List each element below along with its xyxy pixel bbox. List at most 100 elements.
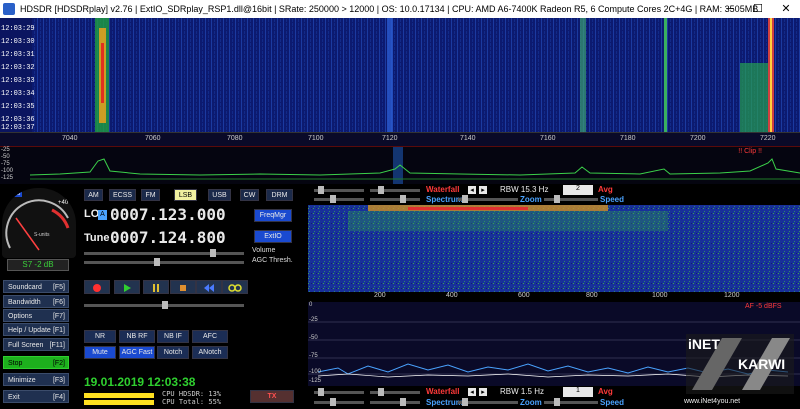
anotch-button[interactable]: ANotch [192,346,228,359]
rbw2-right-arrow[interactable]: ▸ [479,388,487,396]
af-spectrum-slider[interactable] [314,195,364,203]
freqmgr-button[interactable]: FreqMgr [254,209,292,222]
slider-knob[interactable] [462,398,468,406]
slider-knob[interactable] [554,195,560,203]
playback-position-slider[interactable] [84,301,244,309]
mode-cw-button[interactable]: CW [240,189,259,201]
stop-icon [180,285,186,291]
options-button[interactable]: Options [F7] [3,309,69,322]
speed-slider-2[interactable] [544,398,598,406]
speed-slider[interactable] [544,195,598,203]
button-label: Options [8,313,33,320]
record-icon [93,284,101,292]
af-waterfall-slider[interactable] [314,186,364,194]
rms-badge[interactable]: RMS [5,191,23,197]
tune-frequency[interactable]: 0007.124.800 [110,228,226,247]
af2-waterfall-slider[interactable] [314,388,364,396]
minimize-button[interactable]: ─ [716,0,744,18]
af2-spectrum-slider-2[interactable] [370,398,420,406]
agc-threshold-knob[interactable] [154,258,160,266]
record-button[interactable] [84,280,110,294]
mute-button[interactable]: Mute [84,346,116,359]
rbw-select-2[interactable]: 1 [563,387,593,397]
af-waterfall[interactable] [308,205,800,292]
slider-knob[interactable] [400,195,406,203]
help-update-button[interactable]: Help / Update [F1] [3,323,69,336]
soundcard-button[interactable]: Soundcard [F5] [3,280,69,293]
maximize-button[interactable]: ☐ [744,0,772,18]
mode-lsb-button[interactable]: LSB [174,189,197,201]
frequency-scale[interactable]: 7040 7060 7080 7100 7120 7140 7160 7180 … [0,132,800,147]
af-tick: 600 [518,292,530,299]
rewind-button[interactable] [196,280,222,294]
db-label: -100 [1,168,14,174]
close-button[interactable]: ✕ [772,0,800,18]
button-label: Soundcard [8,284,42,291]
vfo-a-badge[interactable]: A [98,210,107,220]
nb-rf-button[interactable]: NB RF [119,330,155,343]
rf-waterfall[interactable]: 12:03:29 12:03:30 12:03:31 12:03:32 12:0… [0,18,800,132]
avg-label: Avg [598,185,613,194]
rbw2-left-arrow[interactable]: ◂ [468,388,476,396]
button-label: Stop [8,360,23,367]
s-units-label: S-units [34,232,50,238]
time-label: 12:03:29 [1,25,35,33]
bandwidth-button[interactable]: Bandwidth [F6] [3,295,69,308]
volume-knob[interactable] [210,249,216,257]
slider-knob[interactable] [318,388,324,396]
rbw-right-arrow[interactable]: ▸ [479,186,487,194]
full-screen-button[interactable]: Full Screen [F11] [3,338,69,351]
slider-knob[interactable] [400,398,406,406]
af2-spectrum-slider[interactable] [314,398,364,406]
af-spectrum-slider-2[interactable] [370,195,420,203]
button-label: Bandwidth [8,299,41,306]
db-label: -25 [1,147,10,153]
afc-button[interactable]: AFC [192,330,228,343]
mode-am-button[interactable]: AM [84,189,103,201]
loop-button[interactable] [222,280,248,294]
mode-drm-button[interactable]: DRM [266,189,293,201]
mode-fm-button[interactable]: FM [141,189,160,201]
nb-if-button[interactable]: NB IF [157,330,189,343]
play-button[interactable] [114,280,140,294]
agc-fast-button[interactable]: AGC Fast [119,346,155,359]
mode-usb-button[interactable]: USB [208,189,231,201]
extio-button[interactable]: ExtIO [254,230,292,243]
exit-button[interactable]: Exit [F4] [3,390,69,403]
mode-ecss-button[interactable]: ECSS [109,189,136,201]
af2-waterfall-slider-2[interactable] [370,388,420,396]
button-shortcut: [F3] [52,377,65,384]
slider-knob[interactable] [330,195,336,203]
stop-playback-button[interactable] [170,280,196,294]
slider-knob[interactable] [318,186,324,194]
rbw-select[interactable]: 2 [563,185,593,195]
lo-frequency[interactable]: 0007.123.000 [110,205,226,224]
zoom-slider[interactable] [458,195,518,203]
pause-button[interactable] [143,280,169,294]
agc-threshold-slider[interactable] [84,258,244,266]
freq-tick: 7160 [540,135,556,142]
af-tick: 1000 [652,292,668,299]
slider-knob[interactable] [330,398,336,406]
slider-knob[interactable] [462,195,468,203]
af-frequency-scale: 200 400 600 800 1000 1200 [308,292,800,302]
nr-button[interactable]: NR [84,330,116,343]
slider-knob[interactable] [378,388,384,396]
notch-button[interactable]: Notch [157,346,189,359]
af-db-label: -125 [309,378,322,384]
af-waterfall-slider-2[interactable] [370,186,420,194]
rbw-left-arrow[interactable]: ◂ [468,186,476,194]
slider-knob[interactable] [378,186,384,194]
volume-slider[interactable] [84,249,244,257]
playback-position-knob[interactable] [162,301,168,309]
rf-spectrum[interactable]: -25 -50 -75 -100 -125 !! Clip !! [0,146,800,185]
zoom-slider-2[interactable] [458,398,518,406]
meter-scale-label: +40 [58,200,69,206]
s-meter[interactable]: RMS +40 S-units [2,188,76,258]
cpu-hdsdr-label: CPU HDSDR: 13% [162,390,221,398]
tx-button[interactable]: TX [250,390,294,403]
slider-knob[interactable] [554,398,560,406]
minimize-app-button[interactable]: Minimize [F3] [3,373,69,386]
db-label: -50 [1,154,10,160]
stop-button[interactable]: Stop [F2] [3,356,69,369]
